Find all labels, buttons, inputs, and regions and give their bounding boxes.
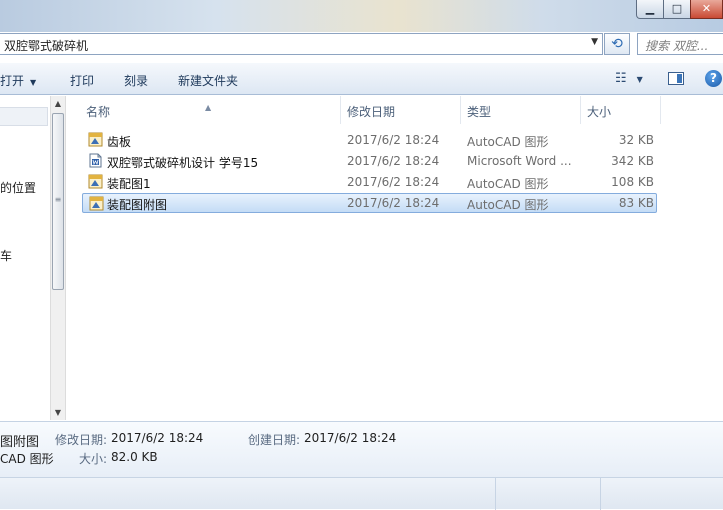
search-placeholder: 搜索 双腔... <box>645 39 709 53</box>
file-row[interactable]: 齿板 2017/6/2 18:24 AutoCAD 图形 32 KB <box>82 130 657 150</box>
file-list: ▲ 名称 修改日期 类型 大小 齿板 2017/6/2 18:24 AutoCA… <box>66 96 723 420</box>
refresh-icon: ⟲ <box>611 36 623 52</box>
column-header-size[interactable]: 大小 <box>587 103 611 120</box>
column-header-type[interactable]: 类型 <box>467 103 491 120</box>
open-button[interactable]: 打开 ▼ <box>0 72 36 89</box>
file-size: 342 KB <box>611 154 654 168</box>
autocad-file-icon <box>88 132 103 147</box>
file-date: 2017/6/2 18:24 <box>347 196 440 210</box>
status-bar <box>0 477 723 510</box>
file-name: 双腔鄂式破碎机设计 学号15 <box>107 156 259 170</box>
scrollbar-thumb[interactable]: ≡ <box>52 113 64 290</box>
file-name: 齿板 <box>107 135 132 149</box>
scroll-down-icon[interactable]: ▼ <box>51 408 65 417</box>
file-type: AutoCAD 图形 <box>467 177 549 191</box>
file-row[interactable]: 装配图1 2017/6/2 18:24 AutoCAD 图形 108 KB <box>82 172 657 192</box>
close-icon: ✕ <box>701 2 712 15</box>
nav-scrollbar[interactable]: ▲ ≡ ▼ <box>50 96 66 420</box>
file-date: 2017/6/2 18:24 <box>347 154 440 168</box>
file-name: 装配图1 <box>107 177 151 191</box>
details-size-value: 82.0 KB <box>111 450 158 464</box>
details-file-name: 图附图 <box>0 435 40 450</box>
file-name: 装配图附图 <box>107 198 168 212</box>
title-bar: ▁ □ ✕ <box>0 0 723 32</box>
column-header-date[interactable]: 修改日期 <box>347 103 395 120</box>
address-path[interactable]: 双腔鄂式破碎机 <box>4 37 88 54</box>
preview-pane-button[interactable] <box>668 72 684 85</box>
help-icon[interactable]: ? <box>705 70 722 87</box>
minimize-icon: ▁ <box>645 2 655 15</box>
change-view-button[interactable]: ☷ ▼ <box>615 71 643 86</box>
details-modified-label: 修改日期: <box>55 433 108 447</box>
sort-ascending-icon: ▲ <box>205 103 212 112</box>
view-list-icon: ☷ <box>615 71 627 86</box>
file-date: 2017/6/2 18:24 <box>347 175 440 189</box>
details-file-type: CAD 图形 <box>0 452 54 466</box>
maximize-icon: □ <box>671 2 683 15</box>
address-bar[interactable]: 双腔鄂式破碎机 ▼ <box>0 33 603 55</box>
minimize-button[interactable]: ▁ <box>636 0 664 19</box>
details-size-label: 大小: <box>79 452 108 466</box>
autocad-file-icon <box>89 196 104 211</box>
file-row-selected[interactable]: 装配图附图 2017/6/2 18:24 AutoCAD 图形 83 KB <box>82 193 657 213</box>
column-headers: ▲ 名称 修改日期 类型 大小 <box>66 96 723 124</box>
navigation-pane: 的位置 车 <box>0 96 50 420</box>
refresh-button[interactable]: ⟲ <box>604 33 630 55</box>
details-created-label: 创建日期: <box>248 433 301 447</box>
file-type: AutoCAD 图形 <box>467 135 549 149</box>
new-folder-button[interactable]: 新建文件夹 <box>178 72 238 89</box>
file-size: 32 KB <box>618 133 654 147</box>
maximize-button[interactable]: □ <box>663 0 691 19</box>
file-row[interactable]: 双腔鄂式破碎机设计 学号15 2017/6/2 18:24 Microsoft … <box>82 151 657 171</box>
file-size: 83 KB <box>618 196 654 210</box>
file-date: 2017/6/2 18:24 <box>347 133 440 147</box>
search-box[interactable]: 搜索 双腔... <box>637 33 723 55</box>
command-bar: 打开 ▼ 打印 刻录 新建文件夹 ☷ ▼ ? <box>0 63 723 95</box>
file-type: AutoCAD 图形 <box>467 198 549 212</box>
scroll-up-icon[interactable]: ▲ <box>51 99 65 108</box>
burn-button[interactable]: 刻录 <box>124 72 148 89</box>
nav-item-selected[interactable] <box>0 107 48 126</box>
nav-item-recent-places[interactable]: 的位置 <box>0 179 36 196</box>
chevron-down-icon: ▼ <box>636 75 643 84</box>
autocad-file-icon <box>88 174 103 189</box>
nav-item-library[interactable]: 车 <box>0 247 12 264</box>
grip-icon: ≡ <box>54 195 62 204</box>
open-label: 打开 <box>0 74 25 88</box>
close-button[interactable]: ✕ <box>690 0 723 19</box>
details-created-value: 2017/6/2 18:24 <box>304 431 397 445</box>
details-modified-value: 2017/6/2 18:24 <box>111 431 204 445</box>
column-header-name[interactable]: 名称 <box>86 103 110 120</box>
word-file-icon <box>89 153 102 168</box>
file-type: Microsoft Word ... <box>467 154 572 168</box>
chevron-down-icon: ▼ <box>30 78 37 87</box>
details-pane: 图附图 CAD 图形 修改日期: 2017/6/2 18:24 创建日期: 20… <box>0 421 723 477</box>
print-button[interactable]: 打印 <box>70 72 94 89</box>
chevron-down-icon[interactable]: ▼ <box>591 37 598 47</box>
file-size: 108 KB <box>611 175 654 189</box>
